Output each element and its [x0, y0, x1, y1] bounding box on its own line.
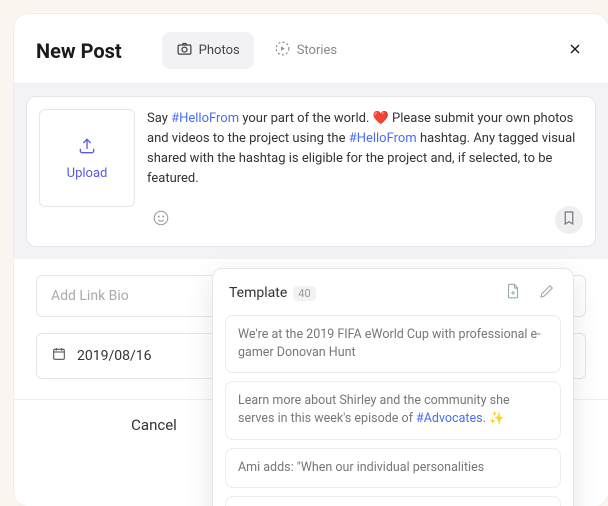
upload-button[interactable]: Upload	[39, 109, 135, 207]
page-title: New Post	[36, 39, 122, 63]
hashtag-link: #Advocates	[416, 411, 483, 426]
bookmark-button[interactable]	[555, 206, 583, 234]
tab-stories[interactable]: Stories	[260, 32, 351, 69]
bookmark-icon	[560, 209, 578, 231]
hashtag-link[interactable]: #HelloFrom	[171, 111, 239, 126]
template-panel: Template 40 We're at the 2019 FIFA eWorl…	[212, 268, 574, 506]
tab-photos[interactable]: Photos	[162, 32, 254, 69]
hashtag-link[interactable]: #HelloFrom	[349, 131, 417, 146]
sparkle-icon: ✨	[489, 411, 505, 426]
pencil-icon	[538, 282, 556, 304]
compose-box: Upload Say #HelloFrom your part of the w…	[26, 96, 596, 247]
stories-icon	[274, 40, 291, 61]
tab-stories-label: Stories	[297, 43, 337, 58]
tab-photos-label: Photos	[199, 43, 240, 58]
template-item[interactable]: We're at the 2019 FIFA eWorld Cup with p…	[225, 315, 561, 373]
link-bio-placeholder: Add Link Bio	[51, 288, 129, 304]
file-plus-icon	[504, 282, 522, 304]
template-item[interactable]: Ami adds: "When our individual personali…	[225, 448, 561, 488]
date-value: 2019/08/16	[77, 348, 152, 364]
compose-textarea[interactable]: Say #HelloFrom your part of the world. ❤…	[147, 109, 583, 190]
template-title: Template	[229, 285, 287, 301]
template-count-badge: 40	[293, 286, 315, 301]
calendar-icon	[51, 346, 67, 366]
camera-icon	[176, 40, 193, 61]
upload-icon	[77, 136, 97, 160]
template-item[interactable]: Learn more about Shirley and the communi…	[225, 381, 561, 439]
edit-template-button[interactable]	[537, 283, 557, 303]
add-template-button[interactable]	[503, 283, 523, 303]
smile-icon	[152, 209, 170, 231]
upload-label: Upload	[67, 166, 108, 181]
close-button[interactable]	[564, 40, 586, 62]
emoji-button[interactable]	[147, 206, 175, 234]
close-icon	[567, 41, 583, 61]
template-item[interactable]: "I started to draw people of color in my…	[225, 496, 561, 506]
